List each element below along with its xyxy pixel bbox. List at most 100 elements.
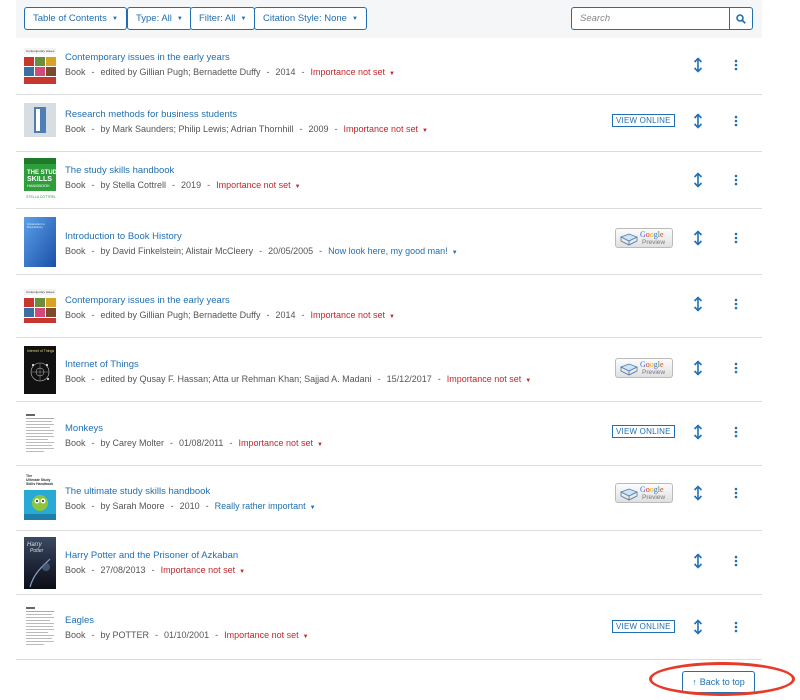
view-online-button[interactable]: VIEW ONLINE	[612, 114, 675, 127]
importance-dropdown[interactable]: Now look here, my good man! ▼	[328, 246, 458, 256]
kebab-menu-icon[interactable]	[732, 425, 740, 439]
importance-dropdown[interactable]: Importance not set ▼	[343, 124, 428, 134]
importance-dropdown[interactable]: Importance not set ▼	[310, 67, 395, 77]
citation-style-button[interactable]: Citation Style: None ▼	[254, 7, 367, 30]
meta-separator: -	[301, 310, 305, 320]
search-button[interactable]	[729, 7, 753, 30]
item-title-link[interactable]: Harry Potter and the Prisoner of Azkaban	[65, 550, 238, 561]
caret-down-icon: ▼	[302, 634, 309, 640]
meta-separator: -	[170, 501, 174, 511]
importance-label: Now look here, my good man!	[328, 246, 448, 256]
importance-label: Importance not set	[224, 630, 299, 640]
meta-separator: -	[215, 630, 219, 640]
item-title-link[interactable]: Research methods for business students	[65, 109, 237, 120]
caret-down-icon: ▼	[176, 15, 183, 22]
item-type: Book	[65, 310, 86, 320]
kebab-menu-icon[interactable]	[732, 173, 740, 187]
reorder-arrows-icon[interactable]	[692, 424, 704, 440]
reorder-arrows-icon[interactable]	[692, 172, 704, 188]
item-title-link[interactable]: Eagles	[65, 615, 94, 626]
reorder-arrows-icon[interactable]	[692, 296, 704, 312]
item-title-link[interactable]: Internet of Things	[65, 359, 139, 370]
item-authors: by Sarah Moore	[100, 501, 165, 511]
google-preview-button[interactable]: Google Preview	[615, 358, 673, 378]
item-title-link[interactable]: The ultimate study skills handbook	[65, 486, 210, 497]
book-cover-image[interactable]	[24, 605, 56, 649]
citation-label: Citation Style: None	[263, 13, 347, 24]
back-to-top-button[interactable]: ↑ Back to top	[682, 671, 755, 693]
reorder-arrows-icon[interactable]	[692, 57, 704, 73]
reorder-arrows-icon[interactable]	[692, 230, 704, 246]
kebab-menu-icon[interactable]	[732, 231, 740, 245]
importance-dropdown[interactable]: Importance not set ▼	[216, 180, 301, 190]
book-cover-image[interactable]: Internet of Things	[24, 346, 56, 394]
importance-dropdown[interactable]: Importance not set ▼	[447, 374, 532, 384]
item-meta: Book - edited by Qusay F. Hassan; Atta ur …	[65, 374, 531, 384]
reorder-arrows-icon[interactable]	[692, 485, 704, 501]
list-item: Internet of Things Internet of Things Book…	[16, 338, 762, 402]
item-title-link[interactable]: Contemporary issues in the early years	[65, 52, 230, 63]
view-online-button[interactable]: VIEW ONLINE	[612, 425, 675, 438]
importance-dropdown[interactable]: Importance not set ▼	[161, 565, 246, 575]
item-title-link[interactable]: Introduction to Book History	[65, 231, 182, 242]
meta-separator: -	[91, 501, 95, 511]
kebab-menu-icon[interactable]	[732, 297, 740, 311]
item-meta: Book -27/08/2013- Importance not set ▼	[65, 565, 245, 575]
book-cover-image[interactable]	[24, 412, 56, 456]
meta-separator: -	[172, 180, 176, 190]
caret-down-icon: ▼	[389, 314, 395, 320]
kebab-menu-icon[interactable]	[732, 486, 740, 500]
item-title-link[interactable]: Contemporary issues in the early years	[65, 295, 230, 306]
kebab-menu-icon[interactable]	[732, 114, 740, 128]
caret-down-icon: ▼	[239, 569, 246, 575]
google-preview-line2: Preview	[642, 369, 666, 376]
item-date: 2009	[308, 124, 329, 134]
kebab-menu-icon[interactable]	[732, 620, 740, 634]
kebab-menu-icon[interactable]	[732, 361, 740, 375]
google-preview-button[interactable]: Google Preview	[615, 228, 673, 248]
search-input[interactable]	[571, 7, 729, 30]
book-cover-image[interactable]: Contemporary issues	[24, 289, 56, 323]
importance-dropdown[interactable]: Importance not set ▼	[310, 310, 395, 320]
book-cover-image[interactable]: The Ultimate Study Skills Handbook	[24, 472, 56, 520]
kebab-menu-icon[interactable]	[732, 554, 740, 568]
list-item: Harry Potter Harry Potter and the Prisoner…	[16, 531, 762, 595]
svg-text:Book History: Book History	[27, 225, 43, 229]
list-toolbar: Table of Contents ▼ Type: All ▼ Filter: Al…	[16, 0, 762, 38]
google-preview-button[interactable]: Google Preview	[615, 483, 673, 503]
importance-dropdown[interactable]: Importance not set ▼	[238, 438, 323, 448]
item-title-link[interactable]: Monkeys	[65, 423, 103, 434]
reorder-arrows-icon[interactable]	[692, 553, 704, 569]
item-authors: edited by Gillian Pugh; Bernadette Duffy	[100, 67, 261, 77]
item-type: Book	[65, 180, 86, 190]
item-type: Book	[65, 374, 86, 384]
book-cover-image[interactable]: THE STUDYSKILLSHANDBOOKSTELLA COTTRELL	[24, 158, 56, 202]
importance-dropdown[interactable]: Importance not set ▼	[224, 630, 309, 640]
filter-button[interactable]: Filter: All ▼	[190, 7, 256, 30]
list-item: Monkeys Book - by Carey Molter -01/08/2011- I…	[16, 402, 762, 466]
meta-separator: -	[229, 438, 233, 448]
item-title-link[interactable]: The study skills handbook	[65, 165, 174, 176]
view-online-button[interactable]: VIEW ONLINE	[612, 620, 675, 633]
meta-separator: -	[91, 310, 95, 320]
meta-separator: -	[155, 630, 159, 640]
reorder-arrows-icon[interactable]	[692, 619, 704, 635]
caret-down-icon: ▼	[240, 15, 247, 22]
book-cover-image[interactable]: Harry Potter	[24, 537, 56, 589]
kebab-menu-icon[interactable]	[732, 58, 740, 72]
importance-dropdown[interactable]: Really rather important ▼	[215, 501, 316, 511]
type-filter-button[interactable]: Type: All ▼	[127, 7, 192, 30]
reorder-arrows-icon[interactable]	[692, 113, 704, 129]
item-type: Book	[65, 67, 86, 77]
svg-text:Contemporary issues: Contemporary issues	[26, 290, 55, 294]
book-cover-image[interactable]: Introduction to Book History	[24, 217, 56, 267]
reorder-arrows-icon[interactable]	[692, 360, 704, 376]
list-item: THE STUDYSKILLSHANDBOOKSTELLA COTTRELL Th…	[16, 152, 762, 209]
meta-separator: -	[334, 124, 338, 134]
caret-down-icon: ▼	[294, 184, 301, 190]
book-cover-image[interactable]: Contemporary issues	[24, 48, 56, 84]
meta-separator: -	[437, 374, 441, 384]
item-type: Book	[65, 124, 86, 134]
table-of-contents-button[interactable]: Table of Contents ▼	[24, 7, 127, 30]
book-cover-image[interactable]	[24, 103, 56, 137]
